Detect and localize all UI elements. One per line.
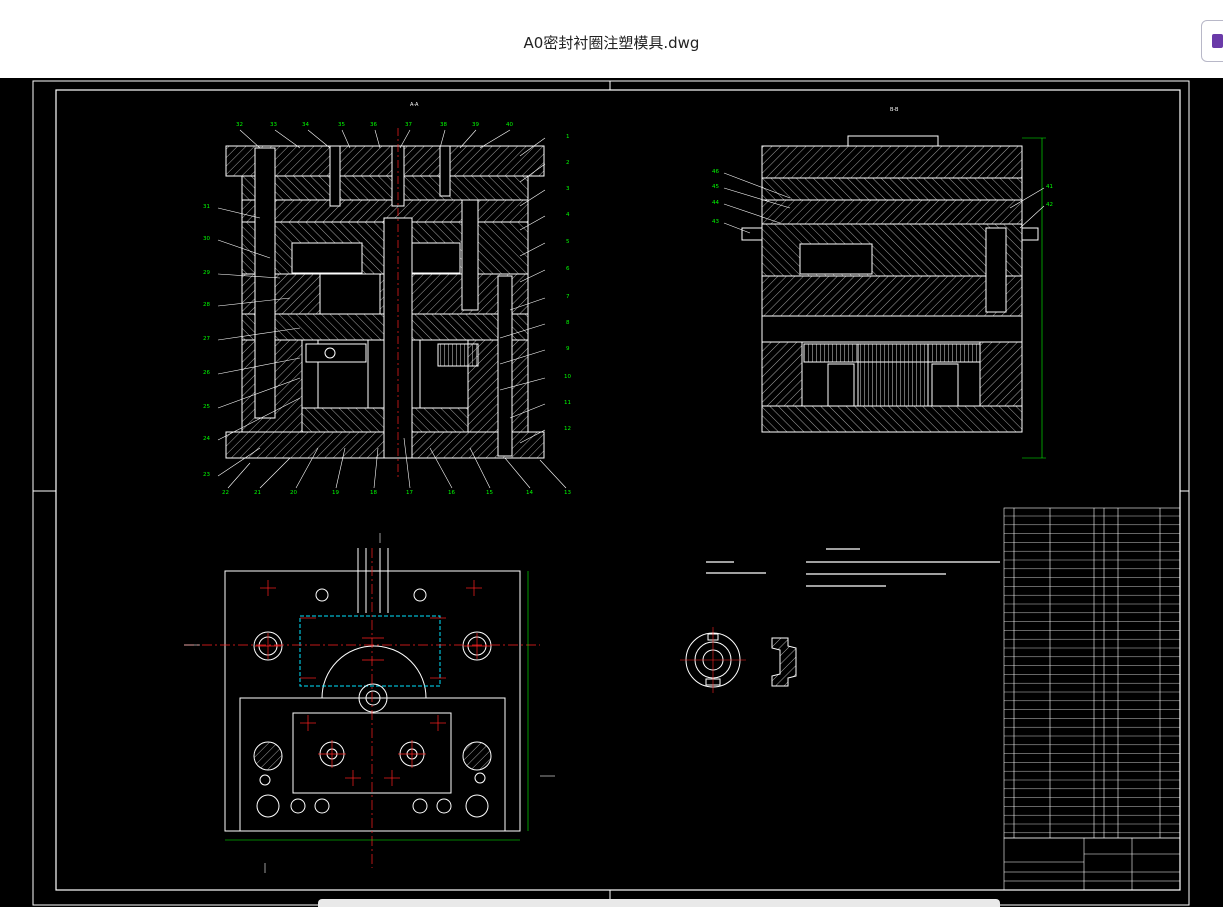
svg-text:16: 16 <box>448 490 455 496</box>
svg-text:26: 26 <box>203 370 210 376</box>
section-view-b-b: B-B <box>741 107 1046 459</box>
svg-text:42: 42 <box>1046 202 1053 208</box>
svg-text:45: 45 <box>712 184 719 190</box>
svg-text:21: 21 <box>254 490 261 496</box>
svg-text:38: 38 <box>440 122 447 128</box>
svg-text:9: 9 <box>566 346 570 352</box>
svg-text:2: 2 <box>566 160 570 166</box>
svg-text:28: 28 <box>203 302 210 308</box>
title-bar: A0密封衬圈注塑模具.dwg <box>0 0 1223 78</box>
corner-button[interactable] <box>1201 20 1223 62</box>
horizontal-scrollbar[interactable] <box>318 899 1000 907</box>
svg-text:10: 10 <box>564 374 571 380</box>
svg-text:23: 23 <box>203 472 210 478</box>
svg-text:3: 3 <box>566 186 570 192</box>
svg-text:34: 34 <box>302 122 309 128</box>
svg-text:A-A: A-A <box>410 102 419 108</box>
plan-centerlines <box>184 548 540 868</box>
svg-text:35: 35 <box>338 122 345 128</box>
svg-text:19: 19 <box>332 490 339 496</box>
svg-text:12: 12 <box>564 426 571 432</box>
svg-text:46: 46 <box>712 169 719 175</box>
svg-text:6: 6 <box>566 266 570 272</box>
svg-text:14: 14 <box>526 490 533 496</box>
document-icon <box>1212 34 1223 48</box>
plan-view <box>224 548 521 832</box>
svg-text:B-B: B-B <box>890 107 899 113</box>
svg-text:44: 44 <box>712 200 719 206</box>
svg-text:25: 25 <box>203 404 210 410</box>
svg-text:36: 36 <box>370 122 377 128</box>
svg-text:1: 1 <box>566 134 570 140</box>
svg-text:4: 4 <box>566 212 570 218</box>
svg-text:32: 32 <box>236 122 243 128</box>
svg-text:27: 27 <box>203 336 210 342</box>
svg-text:17: 17 <box>406 490 413 496</box>
svg-text:43: 43 <box>712 219 719 225</box>
svg-text:8: 8 <box>566 320 570 326</box>
svg-text:24: 24 <box>203 436 210 442</box>
svg-text:20: 20 <box>290 490 297 496</box>
svg-text:30: 30 <box>203 236 210 242</box>
section-view-a-a: A-A <box>225 102 545 478</box>
svg-text:22: 22 <box>222 490 229 496</box>
svg-text:13: 13 <box>564 490 571 496</box>
file-title: A0密封衬圈注塑模具.dwg <box>523 34 700 52</box>
svg-text:33: 33 <box>270 122 277 128</box>
cad-drawing: A-A 32 33 34 35 36 37 38 39 40 123 456 7… <box>32 80 1190 906</box>
technical-notes <box>706 548 1000 587</box>
svg-text:40: 40 <box>506 122 513 128</box>
svg-text:37: 37 <box>405 122 412 128</box>
svg-text:29: 29 <box>203 270 210 276</box>
svg-text:18: 18 <box>370 490 377 496</box>
part-drawing <box>680 627 797 693</box>
parts-list-rows <box>1004 515 1180 833</box>
svg-text:5: 5 <box>566 239 570 245</box>
svg-text:31: 31 <box>203 204 210 210</box>
svg-text:41: 41 <box>1046 184 1053 190</box>
svg-text:7: 7 <box>566 294 570 300</box>
svg-text:39: 39 <box>472 122 479 128</box>
cad-drawing-viewport[interactable]: A-A 32 33 34 35 36 37 38 39 40 123 4 5 6… <box>0 78 1223 907</box>
svg-text:11: 11 <box>564 400 571 406</box>
svg-text:15: 15 <box>486 490 493 496</box>
